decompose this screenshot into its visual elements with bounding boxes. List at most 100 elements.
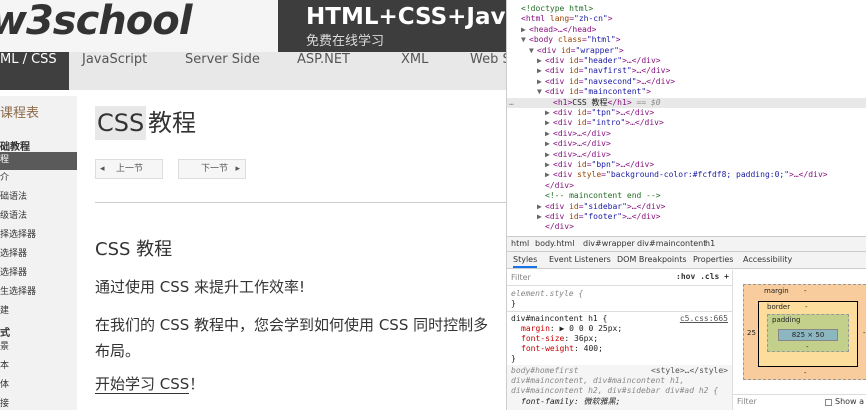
dom-node[interactable]: <!doctype html> (507, 4, 866, 14)
sidebar-item-derived-selectors[interactable]: 择选择器 (0, 227, 77, 245)
sidebar-item-intro[interactable]: 介 (0, 170, 77, 188)
dom-text-content: CSS 教程 (572, 97, 608, 107)
inherited-selector-2[interactable]: div#maincontent, div#maincontent h1, (511, 376, 684, 386)
header-banner[interactable]: HTML+CSS+Jav 免费在线学习 (278, 0, 506, 52)
dom-node[interactable]: ▶ <div>…</div> (507, 150, 866, 160)
crumb-maincontent[interactable]: div#maincontent (637, 237, 706, 251)
sidebar-item-advanced-syntax[interactable]: 级语法 (0, 208, 77, 226)
sidebar-item-link[interactable]: 接 (0, 396, 77, 410)
crumb-html[interactable]: html (511, 237, 529, 251)
rule-prop-font-weight[interactable]: font-weight: 400; (521, 344, 603, 354)
sidebar-item-basic-syntax[interactable]: 础语法 (0, 189, 77, 207)
dom-attr-value: "tpn" (591, 108, 616, 117)
crumb-wrapper[interactable]: div#wrapper (583, 237, 635, 251)
start-learning-line: 开始学习 CSS！ (95, 373, 204, 394)
margin-bottom-value[interactable]: - (804, 369, 807, 377)
inherited-selector-3[interactable]: div#maincontent h2, div#sidebar div#ad h… (511, 386, 718, 396)
sidebar-item-css-tutorial[interactable]: 程 (0, 152, 77, 170)
rule-source-link[interactable]: c5.css:665 (680, 314, 728, 323)
dom-node[interactable]: ▶ <div id="intro">…</div> (507, 118, 866, 128)
dom-node[interactable]: ▶ <div id="navsecond">…</div> (507, 77, 866, 87)
crumb-body[interactable]: body.html (535, 237, 574, 251)
tab-event-listeners[interactable]: Event Listeners (549, 252, 611, 268)
breadcrumb: html body.html div#wrapper div#mainconte… (507, 236, 866, 252)
margin-right-value[interactable]: - (863, 329, 866, 337)
dom-node[interactable]: ▶ <div id="tpn">…</div> (507, 108, 866, 118)
box-model-pane: margin - 25 - - border - padding 825 × 5… (733, 270, 866, 410)
expand-arrow-icon: ▶ (537, 66, 542, 76)
body-text-line1: 在我们的 CSS 教程中，您会学到如何使用 CSS 同时控制多 (95, 316, 489, 334)
nav-item-server-side[interactable]: Server Side (185, 52, 260, 90)
border-value[interactable]: - (805, 303, 808, 311)
sidebar-item-font[interactable]: 体 (0, 377, 77, 395)
tab-dom-breakpoints[interactable]: DOM Breakpoints (617, 252, 687, 268)
sidebar-item-background[interactable]: 景 (0, 339, 77, 357)
dom-node[interactable]: ▶ <div id="navfirst">…</div> (507, 66, 866, 76)
element-style-selector[interactable]: element.style { (511, 289, 583, 299)
dom-node[interactable]: ▶ <div>…</div> (507, 129, 866, 139)
dom-node[interactable]: ▶ <div id="sidebar">…</div> (507, 202, 866, 212)
computed-filter-input[interactable]: Filter (737, 397, 757, 406)
dom-tail: …</div> (636, 66, 671, 76)
dom-attr-name: id (564, 212, 579, 221)
dom-tag-name: <h1 (553, 97, 568, 107)
next-page-button[interactable]: 下一节 ▸ (178, 159, 246, 179)
nav-item-html-css[interactable]: ML / CSS (0, 52, 69, 90)
prev-page-button[interactable]: ◂ 上一节 (95, 159, 163, 179)
dom-node[interactable]: <h1>CSS 教程</h1> == $0… (507, 97, 866, 108)
dom-node[interactable]: ▶ <div id="bpn">…</div> (507, 160, 866, 170)
rule-selector[interactable]: div#maincontent h1 { (511, 314, 607, 324)
start-learning-suffix: ！ (189, 375, 205, 393)
crumb-h1[interactable]: h1 (705, 237, 715, 251)
box-padding[interactable]: padding 825 × 50 - (767, 314, 849, 352)
nav-item-xml[interactable]: XML (401, 52, 428, 90)
dom-node-text: </div> (545, 180, 574, 190)
inherited-prop-font-family[interactable]: font-family: 微软雅黑; (521, 397, 620, 407)
tab-accessibility[interactable]: Accessibility (743, 252, 792, 268)
more-options-icon: … (509, 97, 514, 107)
dom-node[interactable]: ▶ <head>…</head> (507, 25, 866, 35)
rule-prop-font-size[interactable]: font-size: 36px; (521, 334, 598, 344)
nav-item-web-services[interactable]: Web S (470, 52, 506, 90)
site-logo[interactable]: w3school (0, 0, 192, 44)
dom-node[interactable]: ▶ <div id="footer">…</div> (507, 212, 866, 222)
dom-node[interactable]: <!-- maincontent end --> (507, 191, 866, 201)
sidebar-item-create[interactable]: 建 (0, 303, 77, 321)
inherited-selector-1[interactable]: body#homefirst (511, 366, 578, 376)
show-all-checkbox[interactable] (825, 399, 832, 406)
dom-node[interactable]: ▼ <div id="wrapper"> (507, 46, 866, 56)
nav-item-javascript[interactable]: JavaScript (82, 52, 147, 90)
dom-node[interactable]: ▼ <div id="maincontent"> (507, 87, 866, 97)
dom-node[interactable]: ▼ <body class="html"> (507, 35, 866, 45)
dom-node[interactable]: </div> (507, 222, 866, 232)
dom-attr-value: "zh-cn" (574, 14, 608, 24)
nav-item-aspnet[interactable]: ASP.NET (297, 52, 350, 90)
sidebar-item-class-selectors[interactable]: 选择器 (0, 265, 77, 283)
inherited-source[interactable]: <style>…</style> (651, 366, 728, 375)
sidebar-item-id-selectors[interactable]: 选择器 (0, 246, 77, 264)
margin-left-value[interactable]: 25 (747, 329, 756, 337)
box-content-size[interactable]: 825 × 50 (778, 329, 838, 341)
dom-attr-name: id (572, 160, 587, 169)
dom-node[interactable]: <html lang="zh-cn"> (507, 14, 866, 24)
styles-filter-input[interactable]: Filter (511, 273, 531, 282)
dom-attr-name: style (572, 170, 602, 180)
box-margin[interactable]: margin - 25 - - border - padding 825 × 5… (743, 284, 866, 380)
expand-arrow-icon: ▶ (537, 212, 542, 221)
padding-bottom-value[interactable]: - (806, 343, 809, 351)
dom-node[interactable]: ▶ <div id="header">…</div> (507, 56, 866, 66)
styles-filter-options[interactable]: :hov .cls + (676, 272, 729, 281)
sidebar-title: 课程表 (0, 106, 40, 121)
dom-node[interactable]: ▶ <div style="background-color:#fcfdf8; p… (507, 170, 866, 180)
prop-value: 36px; (574, 334, 599, 343)
sidebar-item-text[interactable]: 本 (0, 358, 77, 376)
tab-properties[interactable]: Properties (693, 252, 733, 268)
sidebar-item-attribute-selectors[interactable]: 生选择器 (0, 284, 77, 302)
dom-node[interactable]: ▶ <div>…</div> (507, 139, 866, 149)
rule-prop-margin[interactable]: margin: ▶ 0 0 0 25px; (521, 324, 622, 334)
dom-node[interactable]: </div> (507, 181, 866, 191)
box-border[interactable]: border - padding 825 × 50 - (758, 301, 858, 367)
start-learning-link[interactable]: 开始学习 CSS (95, 375, 190, 394)
tab-styles[interactable]: Styles (513, 252, 538, 268)
margin-top-value[interactable]: - (804, 287, 807, 295)
